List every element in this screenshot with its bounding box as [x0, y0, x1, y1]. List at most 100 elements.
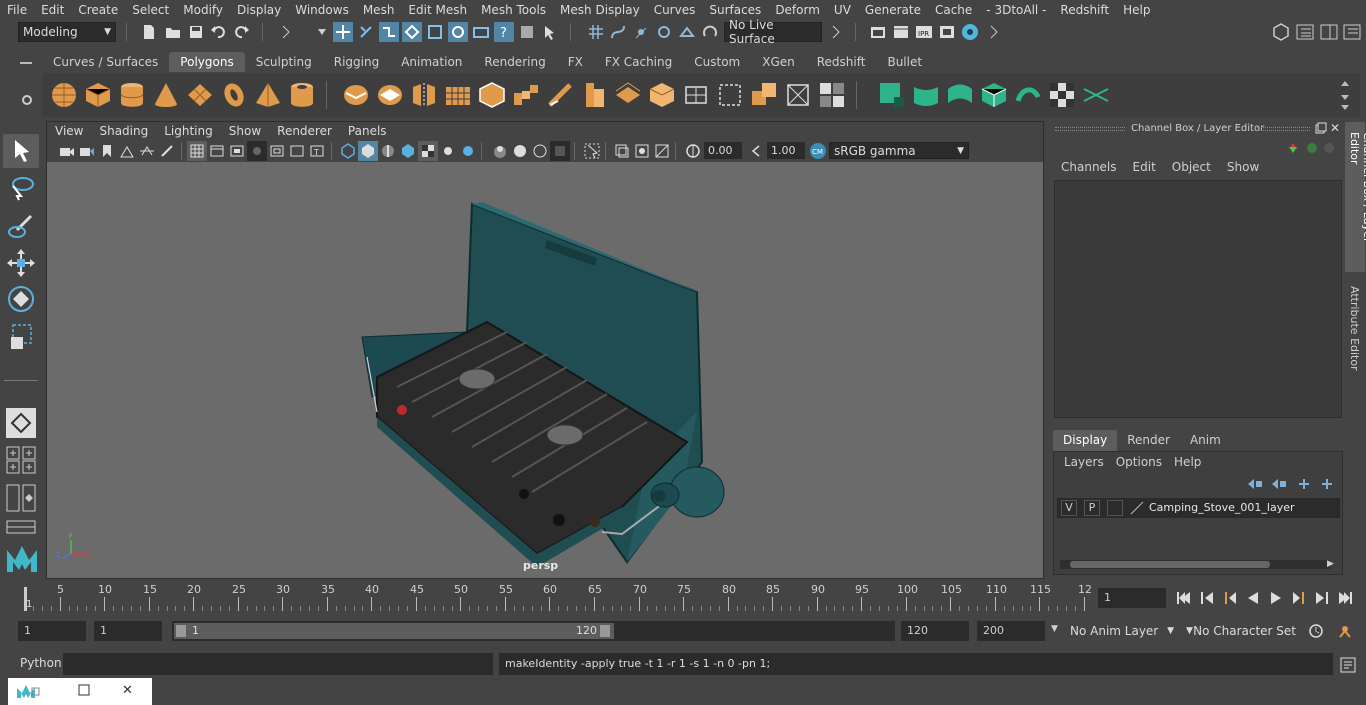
target-weld-icon[interactable]: [648, 81, 676, 109]
uv-mask-icon[interactable]: [471, 22, 491, 42]
snap-to-curve-icon[interactable]: [608, 22, 628, 42]
viewport-menu-renderer[interactable]: Renderer: [269, 124, 340, 138]
toggle-panel-icon[interactable]: [1342, 22, 1362, 42]
color-management-icon[interactable]: CM: [808, 141, 828, 161]
xray-components-icon[interactable]: [652, 141, 672, 161]
select-by-hierarchy-icon[interactable]: [333, 22, 353, 42]
multisample-aa-icon[interactable]: [530, 141, 550, 161]
extrude-icon[interactable]: [478, 81, 506, 109]
menu-mesh-tools[interactable]: Mesh Tools: [474, 0, 553, 20]
shelf-tab-redshift[interactable]: Redshift: [806, 52, 877, 72]
toggle-panel-icon[interactable]: [1295, 22, 1315, 42]
command-language-label[interactable]: Python: [20, 656, 62, 670]
menu-curves[interactable]: Curves: [647, 0, 703, 20]
menu-cache[interactable]: Cache: [928, 0, 979, 20]
shelf-tab-custom[interactable]: Custom: [683, 52, 751, 72]
xray-icon[interactable]: [612, 141, 632, 161]
range-bar[interactable]: 1 120: [172, 621, 895, 641]
chevron-down-icon[interactable]: ▼: [1051, 624, 1058, 634]
range-handle[interactable]: 1 120: [174, 623, 614, 639]
fill-hole-icon[interactable]: [818, 81, 846, 109]
menu-layers[interactable]: Layers: [1058, 455, 1110, 469]
tab-anim[interactable]: Anim: [1180, 430, 1231, 451]
menu-modify[interactable]: Modify: [176, 0, 230, 20]
step-forward-icon[interactable]: [1312, 588, 1332, 608]
render-frame-icon[interactable]: [891, 22, 911, 42]
viewport-menu-view[interactable]: View: [47, 124, 91, 138]
exposure-field[interactable]: 0.00: [704, 142, 742, 159]
side-tab-attribute-editor[interactable]: Attribute Editor: [1345, 280, 1365, 380]
isolate-select-icon[interactable]: [582, 141, 602, 161]
current-frame-field[interactable]: 1: [1098, 588, 1166, 608]
script-editor-icon[interactable]: [1338, 655, 1358, 675]
playback-end-field[interactable]: 120: [901, 621, 969, 641]
step-forward-key-icon[interactable]: [1289, 588, 1309, 608]
maximize-icon[interactable]: [78, 684, 90, 699]
uv-automatic-icon[interactable]: [980, 81, 1008, 109]
anim-layer-select[interactable]: No Anim Layer ▼: [1066, 621, 1178, 641]
viewport-menu-show[interactable]: Show: [221, 124, 269, 138]
image-plane-icon[interactable]: [117, 141, 137, 161]
poly-cylinder-icon[interactable]: [118, 81, 146, 109]
menu-display[interactable]: Display: [230, 0, 288, 20]
snap-to-projected-center-icon[interactable]: [654, 22, 674, 42]
wireframe-icon[interactable]: [338, 141, 358, 161]
poly-cube-icon[interactable]: [84, 81, 112, 109]
live-surface-field[interactable]: No Live Surface: [724, 18, 822, 46]
quad-draw-icon[interactable]: [682, 81, 710, 109]
layout-single-icon[interactable]: [6, 408, 36, 438]
select-by-component-icon[interactable]: [379, 22, 399, 42]
close-icon[interactable]: ✕: [122, 683, 133, 698]
viewport-menu-shading[interactable]: Shading: [91, 124, 156, 138]
layer-color-icon[interactable]: [1129, 500, 1145, 519]
misc-mask-icon[interactable]: ?: [494, 22, 514, 42]
poly-cone-icon[interactable]: [152, 81, 180, 109]
menu-3dtoall[interactable]: - 3DtoAll -: [979, 0, 1053, 20]
arrow-right-icon[interactable]: [826, 22, 846, 42]
menu-select[interactable]: Select: [125, 0, 176, 20]
float-panel-icon[interactable]: [1315, 122, 1327, 137]
shelf-scroll[interactable]: [1338, 77, 1352, 116]
character-set-select[interactable]: ▼ No Character Set: [1182, 621, 1300, 641]
workspace-icon[interactable]: [1271, 22, 1291, 42]
multi-cut-icon[interactable]: [614, 81, 642, 109]
auto-key-icon[interactable]: [1306, 621, 1326, 641]
arrow-right-icon[interactable]: [984, 22, 1004, 42]
layer-action-icons[interactable]: [1244, 477, 1339, 494]
layout-outliner-icon[interactable]: [6, 520, 38, 539]
menu-file[interactable]: File: [0, 0, 34, 20]
uv-cylindrical-icon[interactable]: [912, 81, 940, 109]
select-by-object-icon[interactable]: [356, 22, 376, 42]
menu-edit[interactable]: Edit: [34, 0, 71, 20]
use-all-lights-icon[interactable]: [438, 141, 458, 161]
menu-channels[interactable]: Channels: [1053, 158, 1125, 176]
mirror-icon[interactable]: [410, 81, 438, 109]
combine-icon[interactable]: [342, 81, 370, 109]
make-hole-icon[interactable]: [750, 81, 778, 109]
ipr-render-icon[interactable]: IPR: [914, 22, 934, 42]
redo-icon[interactable]: [232, 22, 252, 42]
uv-planar-icon[interactable]: [878, 81, 906, 109]
exposure-icon[interactable]: [683, 141, 703, 161]
layout-two-view-icon[interactable]: [6, 484, 38, 515]
depth-of-field-icon[interactable]: [550, 141, 570, 161]
menu-windows[interactable]: Windows: [288, 0, 356, 20]
poly-sphere-icon[interactable]: [50, 81, 78, 109]
layout-four-view-icon[interactable]: [6, 446, 38, 477]
go-to-start-icon[interactable]: [1174, 588, 1194, 608]
time-slider[interactable]: 1 5 10 15 20 25 30 35 40 45 50 55 60 65 70 75 80 85 90 95 1…: [18, 583, 1092, 611]
edge-mask-icon[interactable]: [425, 22, 445, 42]
wireframe-on-shaded-icon[interactable]: [398, 141, 418, 161]
menu-mesh-display[interactable]: Mesh Display: [553, 0, 647, 20]
poly-torus-icon[interactable]: [220, 81, 248, 109]
poly-plane-icon[interactable]: [186, 81, 214, 109]
field-chart-icon[interactable]: [267, 141, 287, 161]
new-scene-icon[interactable]: [139, 22, 159, 42]
timeline-track[interactable]: 1 5 10 15 20 25 30 35 40 45 50 55 60 65 70 75 80 85 90 95 1…: [24, 583, 1092, 611]
step-back-icon[interactable]: [1197, 588, 1217, 608]
layer-scrollbar[interactable]: [1060, 560, 1330, 569]
twod-pan-zoom-icon[interactable]: [137, 141, 157, 161]
start-time-field[interactable]: 1: [18, 621, 86, 641]
animation-preferences-icon[interactable]: [1335, 621, 1355, 641]
paint-select-tool-button[interactable]: [3, 210, 39, 244]
